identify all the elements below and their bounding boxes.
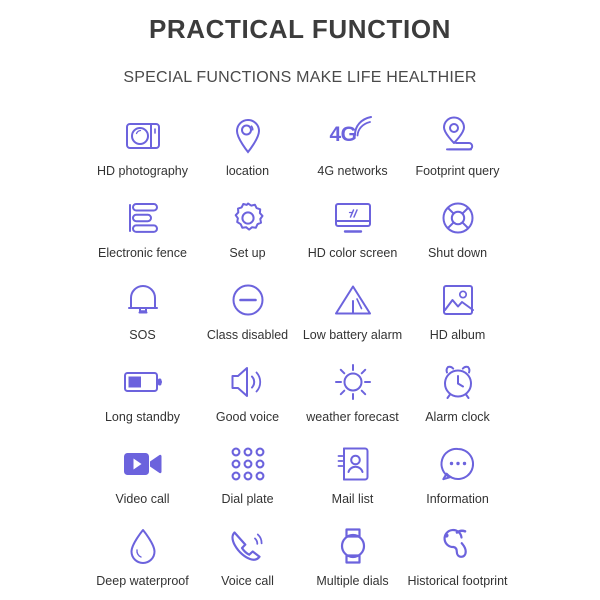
feature-label: Good voice bbox=[215, 410, 280, 424]
feature-item-set-up[interactable]: Set up bbox=[195, 196, 300, 278]
chat-bubble-icon bbox=[435, 442, 481, 486]
footprint-icon bbox=[435, 524, 481, 568]
water-drop-icon bbox=[120, 524, 166, 568]
feature-item-multiple-dials[interactable]: Multiple dials bbox=[300, 524, 405, 600]
feature-item-historical-footprint[interactable]: Historical footprint bbox=[405, 524, 510, 600]
4g-signal-icon: 4G bbox=[330, 114, 376, 158]
feature-label: 4G networks bbox=[317, 164, 388, 178]
alarm-clock-icon bbox=[435, 360, 481, 404]
feature-grid: HD photography location 4G 4G networks F… bbox=[90, 114, 510, 600]
feature-label: Shut down bbox=[427, 246, 488, 260]
feature-item-video-call[interactable]: Video call bbox=[90, 442, 195, 524]
feature-item-hd-photography[interactable]: HD photography bbox=[90, 114, 195, 196]
feature-item-sos[interactable]: SOS bbox=[90, 278, 195, 360]
warning-triangle-icon bbox=[330, 278, 376, 322]
sun-icon bbox=[330, 360, 376, 404]
monitor-icon bbox=[330, 196, 376, 240]
feature-label: Alarm clock bbox=[425, 410, 490, 424]
gear-icon bbox=[225, 196, 271, 240]
feature-label: Voice call bbox=[221, 574, 274, 588]
feature-item-long-standby[interactable]: Long standby bbox=[90, 360, 195, 442]
feature-item-footprint-query[interactable]: Footprint query bbox=[405, 114, 510, 196]
feature-item-low-battery-alarm[interactable]: Low battery alarm bbox=[300, 278, 405, 360]
feature-label: Footprint query bbox=[415, 164, 500, 178]
camera-icon bbox=[120, 114, 166, 158]
feature-label: Information bbox=[426, 492, 489, 506]
feature-item-4g-networks[interactable]: 4G 4G networks bbox=[300, 114, 405, 196]
feature-item-shut-down[interactable]: Shut down bbox=[405, 196, 510, 278]
feature-label: Deep waterproof bbox=[96, 574, 189, 588]
page-title: PRACTICAL FUNCTION bbox=[148, 14, 452, 44]
lifebuoy-power-icon bbox=[435, 196, 481, 240]
feature-label: Class disabled bbox=[206, 328, 289, 342]
contact-book-icon bbox=[330, 442, 376, 486]
feature-item-electronic-fence[interactable]: Electronic fence bbox=[90, 196, 195, 278]
practical-function-page: PRACTICAL FUNCTION SPECIAL FUNCTIONS MAK… bbox=[0, 0, 600, 600]
feature-item-dial-plate[interactable]: Dial plate bbox=[195, 442, 300, 524]
feature-item-alarm-clock[interactable]: Alarm clock bbox=[405, 360, 510, 442]
feature-label: Low battery alarm bbox=[302, 328, 403, 342]
feature-label: Long standby bbox=[104, 410, 181, 424]
feature-label: Set up bbox=[229, 246, 266, 260]
feature-item-deep-waterproof[interactable]: Deep waterproof bbox=[90, 524, 195, 600]
feature-item-location[interactable]: location bbox=[195, 114, 300, 196]
location-pin-icon bbox=[225, 114, 271, 158]
page-subtitle: SPECIAL FUNCTIONS MAKE LIFE HEALTHIER bbox=[123, 69, 477, 86]
image-icon bbox=[435, 278, 481, 322]
bell-icon bbox=[120, 278, 166, 322]
stacked-bars-icon bbox=[120, 196, 166, 240]
feature-label: Multiple dials bbox=[316, 574, 389, 588]
feature-label: Mail list bbox=[331, 492, 374, 506]
feature-label: Historical footprint bbox=[407, 574, 508, 588]
speaker-icon bbox=[225, 360, 271, 404]
feature-label: SOS bbox=[129, 328, 156, 342]
feature-item-information[interactable]: Information bbox=[405, 442, 510, 524]
battery-icon bbox=[120, 360, 166, 404]
feature-item-mail-list[interactable]: Mail list bbox=[300, 442, 405, 524]
feature-label: Video call bbox=[115, 492, 170, 506]
feature-label: Electronic fence bbox=[98, 246, 187, 260]
minus-circle-icon bbox=[225, 278, 271, 322]
watch-icon bbox=[330, 524, 376, 568]
feature-item-hd-color-screen[interactable]: HD color screen bbox=[300, 196, 405, 278]
feature-label: HD color screen bbox=[307, 246, 398, 260]
feature-item-weather-forecast[interactable]: weather forecast bbox=[300, 360, 405, 442]
feature-label: location bbox=[225, 164, 270, 178]
dial-pad-icon bbox=[225, 442, 271, 486]
feature-item-voice-call[interactable]: Voice call bbox=[195, 524, 300, 600]
feature-label: weather forecast bbox=[306, 410, 399, 424]
feature-label: HD album bbox=[429, 328, 486, 342]
feature-label: Dial plate bbox=[221, 492, 274, 506]
feature-item-class-disabled[interactable]: Class disabled bbox=[195, 278, 300, 360]
footprint-query-icon bbox=[435, 114, 481, 158]
feature-item-good-voice[interactable]: Good voice bbox=[195, 360, 300, 442]
video-camera-icon bbox=[120, 442, 166, 486]
feature-item-hd-album[interactable]: HD album bbox=[405, 278, 510, 360]
feature-label: HD photography bbox=[96, 164, 189, 178]
phone-call-icon bbox=[225, 524, 271, 568]
